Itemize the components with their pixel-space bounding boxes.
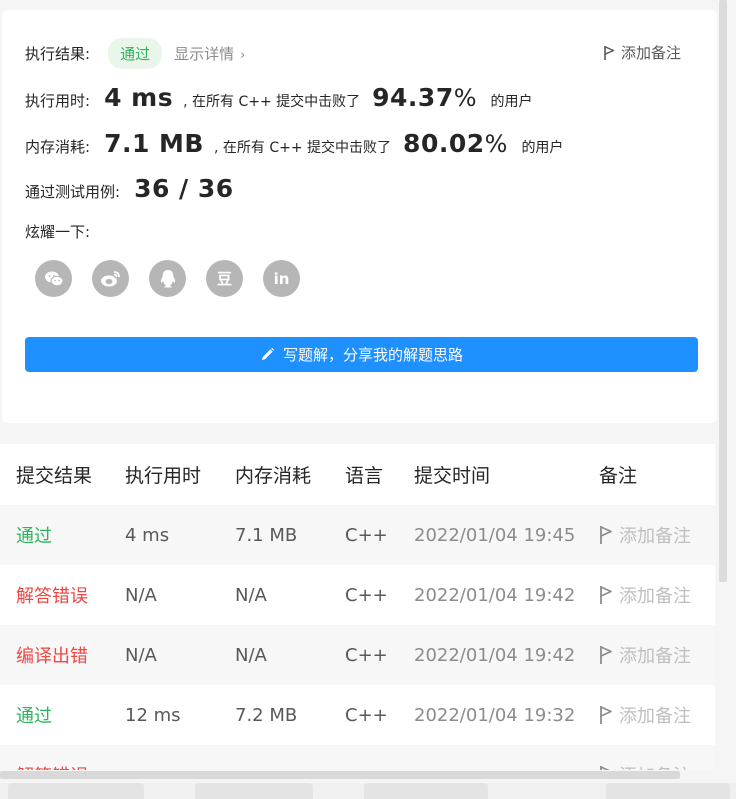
submissions-table: 提交结果 执行用时 内存消耗 语言 提交时间 备注 通过 4 ms 7.1 MB…	[0, 444, 715, 770]
runtime-value: 4 ms	[104, 83, 174, 112]
row-status[interactable]: 通过	[0, 702, 110, 728]
table-row[interactable]: 解答错误 N/A N/A C++ 2022/01/04 19:42 添加备注	[0, 565, 715, 625]
bottom-tab[interactable]	[195, 783, 313, 799]
add-note-label: 添加备注	[620, 44, 681, 62]
bottom-tab[interactable]	[364, 783, 488, 799]
row-time: 2022/01/04 19:32	[414, 704, 576, 726]
write-solution-button[interactable]: 写题解，分享我的解题思路	[25, 337, 698, 372]
row-memory: N/A	[235, 584, 267, 606]
table-row[interactable]: 通过 4 ms 7.1 MB C++ 2022/01/04 19:45 添加备注	[0, 505, 715, 565]
submission-result-card: 执行结果: 通过 显示详情 › 添加备注 执行用时: 4 ms , 在所有 C++…	[2, 10, 717, 423]
write-solution-label: 写题解，分享我的解题思路	[282, 346, 463, 364]
row-language: C++	[345, 644, 388, 666]
wechat-icon[interactable]	[35, 260, 72, 297]
bottom-tab[interactable]	[606, 783, 730, 799]
flag-icon	[604, 45, 615, 60]
row-status[interactable]: 通过	[0, 522, 110, 548]
row-note-label: 添加备注	[619, 706, 691, 727]
header-time: 提交时间	[414, 465, 491, 487]
row-status[interactable]: 编译出错	[0, 642, 110, 668]
header-language: 语言	[345, 465, 384, 487]
memory-percent-sign: %	[484, 130, 508, 158]
runtime-suffix: 的用户	[490, 94, 533, 110]
status-badge: 通过	[108, 38, 163, 69]
header-memory: 内存消耗	[235, 465, 312, 487]
header-status: 提交结果	[16, 465, 93, 487]
row-note-label: 添加备注	[619, 526, 691, 547]
flag-icon	[600, 526, 612, 544]
row-add-note-button[interactable]: 添加备注	[585, 702, 691, 728]
row-note-label: 添加备注	[619, 762, 691, 770]
flag-icon	[600, 646, 612, 664]
show-detail-link[interactable]: 显示详情 ›	[174, 43, 245, 64]
row-language: C++	[345, 584, 388, 606]
row-runtime: N/A	[125, 584, 157, 606]
testcase-value: 36 / 36	[134, 174, 234, 203]
runtime-percent: 94.37	[372, 83, 454, 112]
row-language: C++	[345, 524, 388, 546]
row-time: 2022/01/04 19:45	[414, 524, 576, 546]
bottom-tab[interactable]	[8, 783, 144, 799]
table-row[interactable]: 编译出错 N/A N/A C++ 2022/01/04 19:42 添加备注	[0, 625, 715, 685]
row-runtime: 4 ms	[125, 524, 170, 546]
row-add-note-button[interactable]: 添加备注	[585, 762, 691, 770]
table-header: 提交结果 执行用时 内存消耗 语言 提交时间 备注	[0, 444, 715, 505]
share-icons: 豆 in	[35, 260, 300, 297]
pencil-icon	[261, 347, 275, 360]
horizontal-scrollbar[interactable]	[0, 771, 680, 779]
douban-icon[interactable]: 豆	[206, 260, 243, 297]
weibo-icon[interactable]	[92, 260, 129, 297]
runtime-label: 执行用时:	[25, 92, 91, 110]
header-note: 备注	[599, 465, 638, 487]
row-runtime: N/A	[125, 644, 157, 666]
table-row[interactable]: 解答错误 添加备注	[0, 745, 715, 770]
bottom-tab-strip	[0, 783, 736, 799]
row-language: C++	[345, 704, 388, 726]
vertical-scrollbar[interactable]	[719, 0, 727, 582]
row-runtime: 12 ms	[125, 704, 181, 726]
table-row[interactable]: 通过 12 ms 7.2 MB C++ 2022/01/04 19:32 添加备…	[0, 685, 715, 745]
linkedin-glyph: in	[273, 269, 290, 288]
runtime-beat-text: , 在所有 C++ 提交中击败了	[183, 94, 361, 110]
show-detail-label: 显示详情	[174, 45, 235, 63]
row-note-label: 添加备注	[619, 586, 691, 607]
flag-icon	[600, 706, 612, 724]
qq-icon[interactable]	[149, 260, 186, 297]
memory-percent: 80.02	[403, 129, 485, 158]
row-status[interactable]: 解答错误	[0, 582, 110, 608]
testcase-label: 通过测试用例:	[25, 183, 121, 201]
douban-glyph: 豆	[216, 270, 232, 288]
row-time: 2022/01/04 19:42	[414, 644, 576, 666]
memory-suffix: 的用户	[521, 140, 564, 156]
row-note-label: 添加备注	[619, 646, 691, 667]
row-memory: 7.1 MB	[235, 524, 298, 546]
share-label: 炫耀一下:	[25, 223, 91, 241]
flag-icon	[600, 586, 612, 604]
memory-label: 内存消耗:	[25, 138, 91, 156]
add-note-button[interactable]: 添加备注	[603, 42, 681, 63]
runtime-row: 执行用时: 4 ms , 在所有 C++ 提交中击败了 94.37 % 的用户	[25, 83, 533, 112]
share-row: 炫耀一下:	[25, 221, 90, 242]
testcase-row: 通过测试用例: 36 / 36	[25, 174, 244, 203]
result-label: 执行结果:	[25, 45, 91, 63]
memory-row: 内存消耗: 7.1 MB , 在所有 C++ 提交中击败了 80.02 % 的用…	[25, 129, 563, 158]
chevron-right-icon: ›	[240, 48, 246, 63]
row-add-note-button[interactable]: 添加备注	[585, 582, 691, 608]
row-status[interactable]: 解答错误	[0, 762, 110, 770]
linkedin-icon[interactable]: in	[263, 260, 300, 297]
row-add-note-button[interactable]: 添加备注	[585, 522, 691, 548]
row-add-note-button[interactable]: 添加备注	[585, 642, 691, 668]
memory-value: 7.1 MB	[104, 129, 204, 158]
runtime-percent-sign: %	[453, 84, 477, 112]
flag-icon	[600, 766, 610, 770]
row-memory: N/A	[235, 644, 267, 666]
row-time: 2022/01/04 19:42	[414, 584, 576, 606]
result-row: 执行结果: 通过 显示详情 ›	[25, 38, 245, 69]
header-runtime: 执行用时	[125, 465, 202, 487]
memory-beat-text: , 在所有 C++ 提交中击败了	[214, 140, 392, 156]
row-memory: 7.2 MB	[235, 704, 298, 726]
